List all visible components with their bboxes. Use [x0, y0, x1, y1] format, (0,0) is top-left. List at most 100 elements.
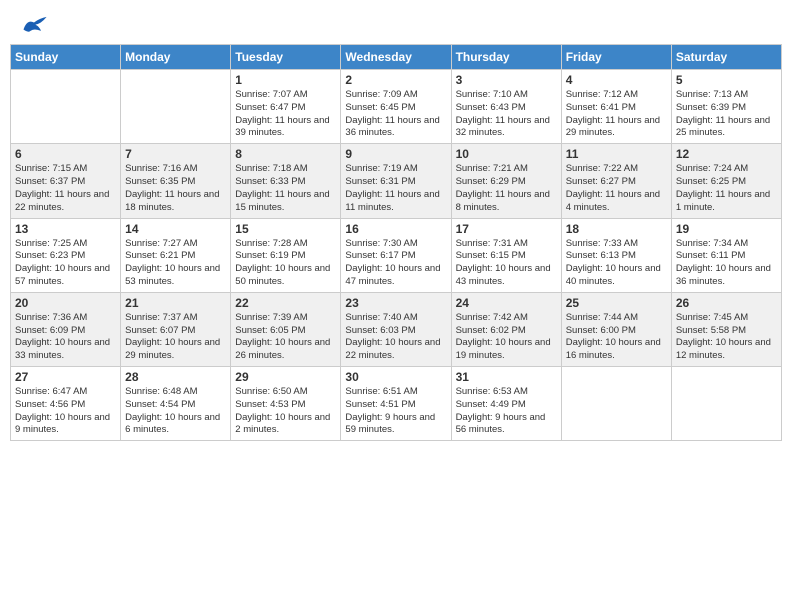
calendar-cell	[121, 70, 231, 144]
day-number: 14	[125, 222, 226, 236]
day-detail: Sunrise: 7:33 AMSunset: 6:13 PMDaylight:…	[566, 238, 667, 289]
weekday-header-wednesday: Wednesday	[341, 45, 451, 70]
calendar-cell: 30 Sunrise: 6:51 AMSunset: 4:51 PMDayligh…	[341, 367, 451, 441]
day-number: 25	[566, 296, 667, 310]
weekday-header-friday: Friday	[561, 45, 671, 70]
day-detail: Sunrise: 7:44 AMSunset: 6:00 PMDaylight:…	[566, 312, 667, 363]
calendar-cell: 9 Sunrise: 7:19 AMSunset: 6:31 PMDaylight…	[341, 144, 451, 218]
day-detail: Sunrise: 7:24 AMSunset: 6:25 PMDaylight:…	[676, 163, 777, 214]
day-detail: Sunrise: 7:07 AMSunset: 6:47 PMDaylight:…	[235, 89, 336, 140]
calendar-week-row: 20 Sunrise: 7:36 AMSunset: 6:09 PMDayligh…	[11, 292, 782, 366]
calendar-cell: 31 Sunrise: 6:53 AMSunset: 4:49 PMDayligh…	[451, 367, 561, 441]
day-detail: Sunrise: 7:15 AMSunset: 6:37 PMDaylight:…	[15, 163, 116, 214]
logo	[18, 14, 48, 32]
calendar-cell: 13Sunrise: 7:25 AMSunset: 6:23 PMDayligh…	[11, 218, 121, 292]
day-detail: Sunrise: 6:48 AMSunset: 4:54 PMDaylight:…	[125, 386, 226, 437]
calendar-week-row: 1 Sunrise: 7:07 AMSunset: 6:47 PMDaylight…	[11, 70, 782, 144]
day-detail: Sunrise: 7:36 AMSunset: 6:09 PMDaylight:…	[15, 312, 116, 363]
weekday-header-monday: Monday	[121, 45, 231, 70]
calendar-cell: 7 Sunrise: 7:16 AMSunset: 6:35 PMDaylight…	[121, 144, 231, 218]
day-number: 18	[566, 222, 667, 236]
day-number: 29	[235, 370, 336, 384]
calendar-cell: 19 Sunrise: 7:34 AMSunset: 6:11 PMDayligh…	[671, 218, 781, 292]
weekday-header-tuesday: Tuesday	[231, 45, 341, 70]
day-detail: Sunrise: 7:09 AMSunset: 6:45 PMDaylight:…	[345, 89, 446, 140]
calendar-week-row: 13Sunrise: 7:25 AMSunset: 6:23 PMDayligh…	[11, 218, 782, 292]
calendar-cell: 23 Sunrise: 7:40 AMSunset: 6:03 PMDayligh…	[341, 292, 451, 366]
calendar-cell: 17 Sunrise: 7:31 AMSunset: 6:15 PMDayligh…	[451, 218, 561, 292]
calendar-cell: 3 Sunrise: 7:10 AMSunset: 6:43 PMDaylight…	[451, 70, 561, 144]
calendar-cell: 24 Sunrise: 7:42 AMSunset: 6:02 PMDayligh…	[451, 292, 561, 366]
day-detail: Sunrise: 7:16 AMSunset: 6:35 PMDaylight:…	[125, 163, 226, 214]
calendar-week-row: 27 Sunrise: 6:47 AMSunset: 4:56 PMDayligh…	[11, 367, 782, 441]
calendar-cell: 8Sunrise: 7:18 AMSunset: 6:33 PMDaylight…	[231, 144, 341, 218]
weekday-header-saturday: Saturday	[671, 45, 781, 70]
day-detail: Sunrise: 6:47 AMSunset: 4:56 PMDaylight:…	[15, 386, 116, 437]
day-detail: Sunrise: 7:39 AMSunset: 6:05 PMDaylight:…	[235, 312, 336, 363]
day-number: 16	[345, 222, 446, 236]
weekday-header-row: SundayMondayTuesdayWednesdayThursdayFrid…	[11, 45, 782, 70]
weekday-header-thursday: Thursday	[451, 45, 561, 70]
calendar-cell	[561, 367, 671, 441]
day-number: 10	[456, 147, 557, 161]
day-number: 30	[345, 370, 446, 384]
calendar-cell: 29Sunrise: 6:50 AMSunset: 4:53 PMDayligh…	[231, 367, 341, 441]
day-number: 2	[345, 73, 446, 87]
day-number: 8	[235, 147, 336, 161]
day-number: 19	[676, 222, 777, 236]
day-number: 12	[676, 147, 777, 161]
calendar-cell: 28 Sunrise: 6:48 AMSunset: 4:54 PMDayligh…	[121, 367, 231, 441]
day-number: 28	[125, 370, 226, 384]
day-number: 9	[345, 147, 446, 161]
day-detail: Sunrise: 7:30 AMSunset: 6:17 PMDaylight:…	[345, 238, 446, 289]
calendar-cell: 18 Sunrise: 7:33 AMSunset: 6:13 PMDayligh…	[561, 218, 671, 292]
header	[10, 10, 782, 36]
day-detail: Sunrise: 7:19 AMSunset: 6:31 PMDaylight:…	[345, 163, 446, 214]
logo-bird-icon	[20, 14, 48, 38]
calendar-cell	[11, 70, 121, 144]
calendar-cell: 27 Sunrise: 6:47 AMSunset: 4:56 PMDayligh…	[11, 367, 121, 441]
day-detail: Sunrise: 7:28 AMSunset: 6:19 PMDaylight:…	[235, 238, 336, 289]
day-detail: Sunrise: 7:22 AMSunset: 6:27 PMDaylight:…	[566, 163, 667, 214]
day-detail: Sunrise: 7:31 AMSunset: 6:15 PMDaylight:…	[456, 238, 557, 289]
day-number: 24	[456, 296, 557, 310]
day-number: 15	[235, 222, 336, 236]
calendar-cell: 16 Sunrise: 7:30 AMSunset: 6:17 PMDayligh…	[341, 218, 451, 292]
day-number: 4	[566, 73, 667, 87]
weekday-header-sunday: Sunday	[11, 45, 121, 70]
day-detail: Sunrise: 7:12 AMSunset: 6:41 PMDaylight:…	[566, 89, 667, 140]
calendar-table: SundayMondayTuesdayWednesdayThursdayFrid…	[10, 44, 782, 441]
day-number: 21	[125, 296, 226, 310]
calendar-cell: 15 Sunrise: 7:28 AMSunset: 6:19 PMDayligh…	[231, 218, 341, 292]
calendar-cell: 10Sunrise: 7:21 AMSunset: 6:29 PMDayligh…	[451, 144, 561, 218]
day-detail: Sunrise: 6:53 AMSunset: 4:49 PMDaylight:…	[456, 386, 557, 437]
calendar-cell: 21 Sunrise: 7:37 AMSunset: 6:07 PMDayligh…	[121, 292, 231, 366]
day-detail: Sunrise: 7:10 AMSunset: 6:43 PMDaylight:…	[456, 89, 557, 140]
day-detail: Sunrise: 7:13 AMSunset: 6:39 PMDaylight:…	[676, 89, 777, 140]
day-number: 20	[15, 296, 116, 310]
calendar-cell: 2 Sunrise: 7:09 AMSunset: 6:45 PMDaylight…	[341, 70, 451, 144]
calendar-cell: 25 Sunrise: 7:44 AMSunset: 6:00 PMDayligh…	[561, 292, 671, 366]
day-detail: Sunrise: 7:40 AMSunset: 6:03 PMDaylight:…	[345, 312, 446, 363]
day-number: 31	[456, 370, 557, 384]
day-detail: Sunrise: 7:37 AMSunset: 6:07 PMDaylight:…	[125, 312, 226, 363]
calendar-cell: 11 Sunrise: 7:22 AMSunset: 6:27 PMDayligh…	[561, 144, 671, 218]
day-number: 3	[456, 73, 557, 87]
day-detail: Sunrise: 7:34 AMSunset: 6:11 PMDaylight:…	[676, 238, 777, 289]
calendar-week-row: 6 Sunrise: 7:15 AMSunset: 6:37 PMDaylight…	[11, 144, 782, 218]
day-number: 6	[15, 147, 116, 161]
day-detail: Sunrise: 6:51 AMSunset: 4:51 PMDaylight:…	[345, 386, 446, 437]
day-number: 23	[345, 296, 446, 310]
day-number: 27	[15, 370, 116, 384]
day-number: 26	[676, 296, 777, 310]
day-number: 7	[125, 147, 226, 161]
day-number: 5	[676, 73, 777, 87]
calendar-cell: 14Sunrise: 7:27 AMSunset: 6:21 PMDayligh…	[121, 218, 231, 292]
day-number: 17	[456, 222, 557, 236]
day-number: 11	[566, 147, 667, 161]
day-detail: Sunrise: 7:42 AMSunset: 6:02 PMDaylight:…	[456, 312, 557, 363]
day-number: 22	[235, 296, 336, 310]
day-number: 1	[235, 73, 336, 87]
calendar-cell: 6 Sunrise: 7:15 AMSunset: 6:37 PMDaylight…	[11, 144, 121, 218]
calendar-cell	[671, 367, 781, 441]
